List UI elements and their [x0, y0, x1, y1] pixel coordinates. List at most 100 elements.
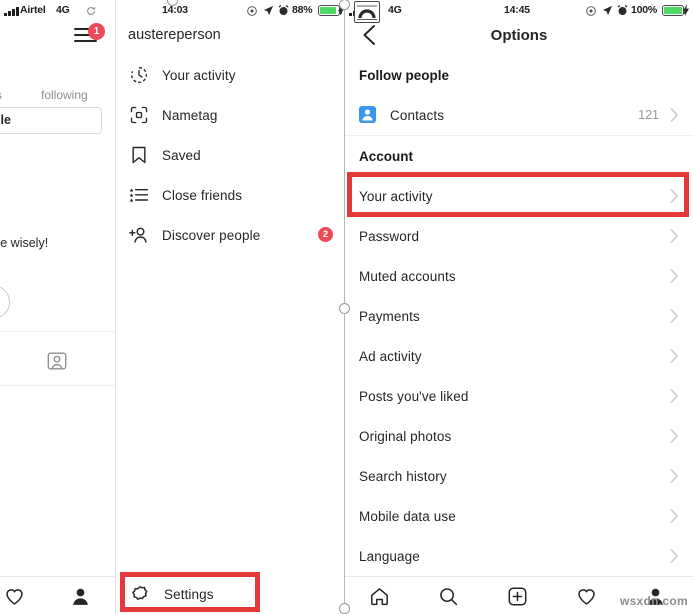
clock-label: 14:45 — [504, 4, 530, 16]
settings-row-your-activity[interactable]: Your activity — [345, 176, 693, 216]
left-status-bar: Airtel 4G — [0, 0, 116, 22]
menu-item-label: Saved — [162, 147, 201, 163]
arc-overlay-icon — [354, 1, 380, 23]
menu-item-your-activity[interactable]: Your activity — [116, 55, 345, 95]
page-title: austereperson — [128, 27, 221, 43]
tagged-photos-tab-icon[interactable] — [46, 350, 68, 372]
carrier-label: Airtel — [20, 4, 46, 16]
contacts-count: 121 — [638, 108, 659, 122]
battery-percent-label: 100% — [631, 4, 658, 16]
page-title: Options — [490, 27, 548, 44]
settings-row-label: Payments — [359, 308, 420, 324]
menu-item-label: Close friends — [162, 187, 243, 203]
settings-row-payments[interactable]: Payments — [345, 296, 693, 336]
menu-item-close-friends[interactable]: Close friends — [116, 175, 345, 215]
clock-label: 14:03 — [162, 4, 188, 16]
edit-profile-label: ile — [0, 113, 11, 127]
menu-notification-badge: 1 — [88, 23, 105, 40]
battery-icon — [318, 5, 342, 16]
settings-row-muted-accounts[interactable]: Muted accounts — [345, 256, 693, 296]
charging-bolt-icon — [683, 4, 689, 16]
sync-icon — [86, 6, 96, 16]
add-post-icon[interactable] — [507, 586, 528, 607]
settings-row-language[interactable]: Language — [345, 536, 693, 576]
following-tab: following — [41, 88, 88, 102]
chevron-right-icon — [670, 549, 679, 564]
settings-row-label: Password — [359, 228, 420, 244]
network-label: 4G — [388, 4, 402, 16]
section-title: Follow people — [359, 67, 449, 83]
chevron-right-icon — [670, 269, 679, 284]
right-phone-screenshot: 4G 14:45 100% Options Follow people Cont… — [345, 0, 693, 614]
activity-heart-icon[interactable] — [4, 586, 25, 607]
settings-label: Settings — [164, 586, 214, 602]
bio-text-partial: se wisely! — [0, 236, 49, 250]
home-icon[interactable] — [369, 586, 390, 607]
divider — [0, 385, 116, 386]
clock-icon — [129, 65, 149, 85]
divider — [0, 331, 116, 332]
left-bottom-nav — [0, 576, 116, 614]
chevron-right-icon — [670, 389, 679, 404]
menu-item-settings[interactable]: Settings — [116, 574, 345, 614]
settings-row-label: Ad activity — [359, 348, 422, 364]
profile-icon[interactable] — [70, 586, 91, 607]
settings-row-mobile-data-use[interactable]: Mobile data use — [345, 496, 693, 536]
location-arrow-icon — [263, 5, 274, 16]
menu-item-label: Your activity — [162, 67, 236, 83]
chevron-right-icon — [670, 108, 679, 123]
settings-row-label: Posts you've liked — [359, 388, 469, 404]
followers-tab-partial: s — [0, 88, 2, 102]
alarm-icon — [278, 5, 289, 16]
settings-row-label: Muted accounts — [359, 268, 456, 284]
story-highlight-circle[interactable] — [0, 285, 10, 319]
chevron-right-icon — [670, 189, 679, 204]
settings-row-contacts[interactable]: Contacts 121 — [345, 95, 693, 135]
discover-people-icon — [127, 225, 149, 245]
search-icon[interactable] — [438, 586, 459, 607]
location-arrow-icon — [602, 5, 613, 16]
watermark: wsxdn.com — [619, 594, 688, 608]
network-label: 4G — [56, 4, 70, 16]
settings-row-label: Contacts — [390, 107, 445, 123]
edit-profile-button[interactable]: ile — [0, 107, 102, 134]
settings-row-original-photos[interactable]: Original photos — [345, 416, 693, 456]
menu-item-label: Nametag — [162, 107, 218, 123]
chevron-right-icon — [670, 229, 679, 244]
chevron-right-icon — [670, 509, 679, 524]
discover-people-badge: 2 — [318, 227, 333, 242]
settings-row-ad-activity[interactable]: Ad activity — [345, 336, 693, 376]
settings-row-label: Your activity — [359, 188, 433, 204]
middle-phone-screenshot: 14:03 88% austereperson Your activity Na… — [116, 0, 345, 614]
settings-row-label: Language — [359, 548, 420, 564]
section-title: Account — [359, 148, 413, 164]
selection-handle-bottom-right[interactable] — [339, 603, 350, 614]
menu-item-nametag[interactable]: Nametag — [116, 95, 345, 135]
chevron-right-icon — [670, 349, 679, 364]
alarm-icon — [617, 5, 628, 16]
signal-bars-icon — [4, 7, 19, 16]
menu-item-label: Discover people — [162, 227, 261, 243]
settings-row-posts-youve-liked[interactable]: Posts you've liked — [345, 376, 693, 416]
contacts-icon — [359, 106, 376, 123]
battery-percent-label: 88% — [292, 4, 313, 16]
gear-icon — [130, 584, 150, 604]
settings-row-label: Search history — [359, 468, 447, 484]
screen-record-icon — [247, 6, 257, 16]
settings-row-search-history[interactable]: Search history — [345, 456, 693, 496]
selection-handle-middle-right[interactable] — [339, 303, 350, 314]
right-status-bar: 4G 14:45 100% — [345, 0, 693, 22]
chevron-right-icon — [670, 469, 679, 484]
left-phone-screenshot: Airtel 4G 1 s following ile se wisely! — [0, 0, 116, 614]
screen-record-icon — [586, 6, 596, 16]
chevron-right-icon — [670, 309, 679, 324]
close-friends-icon — [129, 185, 149, 205]
settings-row-label: Mobile data use — [359, 508, 456, 524]
activity-heart-icon[interactable] — [576, 586, 597, 607]
chevron-right-icon — [670, 429, 679, 444]
menu-item-discover-people[interactable]: Discover people 2 — [116, 215, 345, 255]
nametag-icon — [129, 105, 149, 125]
menu-item-saved[interactable]: Saved — [116, 135, 345, 175]
settings-row-password[interactable]: Password — [345, 216, 693, 256]
bookmark-icon — [129, 145, 149, 165]
